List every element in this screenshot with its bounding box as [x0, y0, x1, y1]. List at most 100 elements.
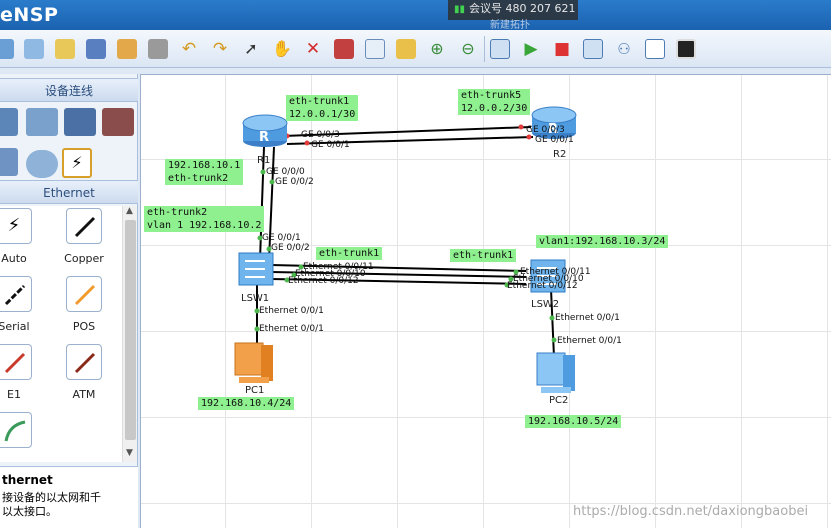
note-pc1-ip[interactable]: 192.168.10.4/24	[198, 397, 295, 410]
switch-icon[interactable]	[238, 252, 274, 286]
port-label: GE 0/0/1	[311, 140, 350, 150]
cloud-category-icon[interactable]	[26, 150, 58, 178]
stop-icon[interactable]: ■	[552, 39, 572, 59]
title-bar: eNSP ▮▮ 会议号 480 207 621 新建拓扑	[0, 0, 831, 31]
router-icon[interactable]: R	[242, 114, 288, 147]
app-title: eNSP	[0, 4, 59, 26]
switch-category-icon[interactable]	[26, 108, 58, 136]
note-r1-lan[interactable]: 192.168.10.1 eth-trunk2	[165, 159, 244, 185]
port-label: GE 0/0/3	[301, 130, 340, 140]
port-label: GE 0/0/2	[271, 243, 310, 253]
note-lsw2-trunk[interactable]: eth-trunk1	[450, 249, 517, 262]
fit-icon[interactable]	[490, 39, 510, 59]
port-label: Ethernet 0/0/1	[259, 324, 324, 334]
firewall-category-icon[interactable]	[102, 108, 134, 136]
meeting-text: 会议号 480 207 621	[469, 2, 576, 15]
cable-header: Ethernet	[0, 180, 138, 204]
port-dot	[518, 124, 524, 130]
delete-link-icon[interactable]	[334, 39, 354, 59]
topology-subtitle: 新建拓扑	[490, 20, 530, 31]
port-label: Ethernet 0/0/12	[288, 276, 359, 286]
e1-cable-icon[interactable]	[0, 344, 32, 380]
device-name-pc1: PC1	[245, 385, 265, 396]
serial-cable-icon[interactable]	[0, 276, 32, 312]
port-label: GE 0/0/1	[535, 135, 574, 145]
redo-icon[interactable]: ↷	[210, 39, 230, 59]
device-name-lsw2: LSW2	[531, 299, 560, 310]
toolbar-separator	[484, 36, 485, 62]
cable-category-icon[interactable]: ⚡	[62, 148, 92, 178]
cable-list: ⚡ Auto Copper Serial POS E1 ATM	[0, 206, 122, 462]
router-category-icon[interactable]	[0, 108, 18, 136]
note-r1-trunk[interactable]: eth-trunk1 12.0.0.1/30	[286, 95, 359, 121]
hand-icon[interactable]: ✋	[272, 39, 292, 59]
scroll-down-icon[interactable]: ▼	[126, 448, 133, 458]
cable-label: ATM	[72, 388, 96, 401]
delete-icon[interactable]: ✕	[303, 39, 323, 59]
signal-icon: ▮▮	[454, 4, 466, 15]
new-topology-icon[interactable]	[24, 39, 44, 59]
pc-icon[interactable]	[536, 352, 575, 393]
device-name-r1: R1	[257, 155, 271, 166]
auto-cable-icon[interactable]: ⚡	[0, 208, 32, 244]
device-name-r2: R2	[553, 149, 567, 160]
pc-category-icon[interactable]	[0, 148, 18, 176]
pos-cable-icon[interactable]	[66, 276, 102, 312]
toolbar: ↶ ↷ ➚ ✋ ✕ ⊕ ⊖ ▶ ■ ⚇	[0, 30, 831, 68]
new-icon[interactable]	[0, 39, 14, 59]
open-icon[interactable]	[55, 39, 75, 59]
port-dot	[269, 179, 275, 185]
zoom-out-icon[interactable]: ⊖	[458, 39, 478, 59]
save-as-icon[interactable]	[117, 39, 137, 59]
devices-header: 设备连线	[0, 78, 138, 102]
svg-text:R: R	[259, 130, 269, 145]
palette-icon[interactable]	[396, 39, 416, 59]
cable-label: Copper	[64, 252, 104, 265]
note-pc2-ip[interactable]: 192.168.10.5/24	[525, 415, 622, 428]
pc-icon[interactable]	[234, 342, 273, 383]
text-note-icon[interactable]	[365, 39, 385, 59]
port-label: GE 0/0/0	[266, 167, 305, 177]
cable-label: POS	[72, 320, 96, 333]
note-lsw1-vlan[interactable]: eth-trunk2 vlan 1 192.168.10.2	[144, 206, 265, 232]
device-name-lsw1: LSW1	[241, 293, 270, 304]
save-icon[interactable]	[86, 39, 106, 59]
port-label: Ethernet 0/0/1	[555, 313, 620, 323]
port-label: Ethernet 0/0/12	[507, 281, 578, 291]
port-dot	[304, 140, 310, 146]
atm-cable-icon[interactable]	[66, 344, 102, 380]
note-lsw2-vlan[interactable]: vlan1:192.168.10.3/24	[536, 235, 669, 248]
wireless-category-icon[interactable]	[64, 108, 96, 136]
scroll-up-icon[interactable]: ▲	[126, 206, 133, 216]
device-panel: 设备连线 ⚡ Ethernet ⚡ Auto Copper Serial POS…	[0, 74, 138, 528]
zoom-in-icon[interactable]: ⊕	[427, 39, 447, 59]
print-icon[interactable]	[148, 39, 168, 59]
topology-canvas[interactable]: R R R1 R2 LSW1 LSW2 PC1 PC2 eth-trunk1 1…	[140, 74, 831, 528]
capture-icon[interactable]	[583, 39, 603, 59]
watermark: https://blog.csdn.net/daxiongbaobei	[573, 504, 809, 519]
cable-list-scrollbar[interactable]: ▲ ▼	[122, 206, 137, 462]
port-label: Ethernet 0/0/1	[259, 306, 324, 316]
port-label: GE 0/0/2	[275, 177, 314, 187]
start-icon[interactable]: ▶	[521, 39, 541, 59]
port-dot	[549, 315, 555, 321]
topology-icon[interactable]: ⚇	[614, 39, 634, 59]
note-r2-trunk[interactable]: eth-trunk5 12.0.0.2/30	[458, 89, 531, 115]
cable-label: E1	[7, 388, 21, 401]
green-curve-cable-icon[interactable]	[0, 412, 32, 448]
description-title: thernet	[2, 473, 53, 487]
port-dot	[526, 134, 532, 140]
description-box: thernet 接设备的以太网和千 以太接口。	[0, 466, 138, 528]
port-label: GE 0/0/3	[526, 125, 565, 135]
terminal-icon[interactable]	[676, 39, 696, 59]
port-dot	[260, 169, 266, 175]
note-lsw1-trunk[interactable]: eth-trunk1	[316, 247, 383, 260]
undo-icon[interactable]: ↶	[179, 39, 199, 59]
scroll-thumb[interactable]	[125, 220, 136, 440]
device-name-pc2: PC2	[549, 395, 569, 406]
copper-cable-icon[interactable]	[66, 208, 102, 244]
port-label: GE 0/0/1	[262, 233, 301, 243]
select-icon[interactable]: ➚	[241, 39, 261, 59]
cable-label: Auto	[1, 252, 27, 265]
window-icon[interactable]	[645, 39, 665, 59]
